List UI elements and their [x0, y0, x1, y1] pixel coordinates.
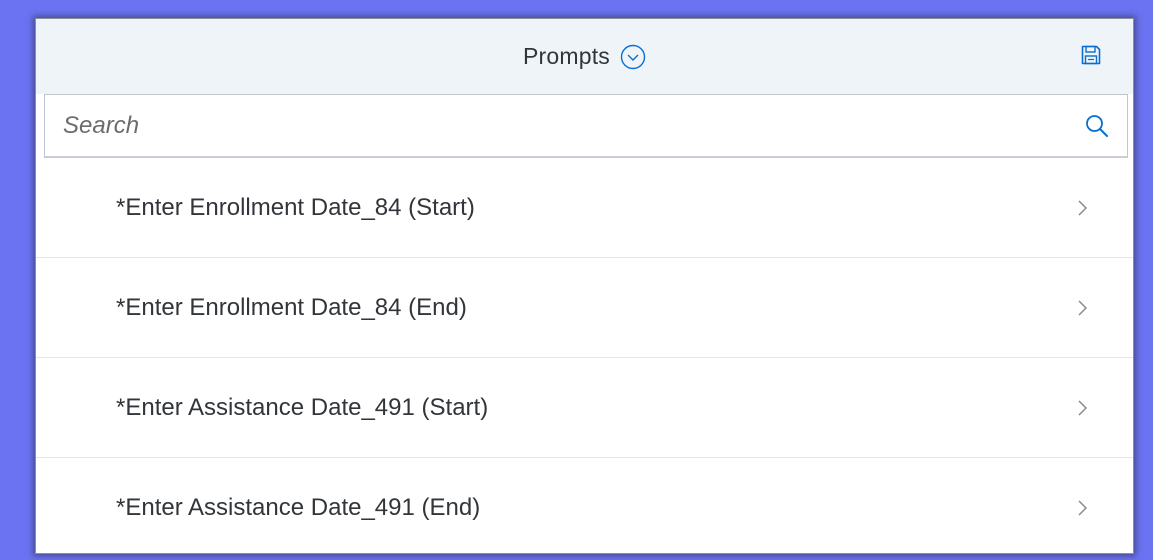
dialog-header: Prompts — [36, 19, 1133, 94]
chevron-right-icon — [1073, 296, 1093, 320]
search-icon[interactable] — [1067, 95, 1127, 156]
chevron-down-circle-icon[interactable] — [620, 44, 646, 70]
chevron-right-icon — [1073, 496, 1093, 520]
chevron-right-icon — [1073, 196, 1093, 220]
prompt-list: *Enter Enrollment Date_84 (Start) *Enter… — [36, 158, 1133, 553]
search-bar — [44, 94, 1128, 158]
save-button[interactable] — [1077, 43, 1105, 71]
prompt-item-enrollment-start[interactable]: *Enter Enrollment Date_84 (Start) — [36, 158, 1133, 258]
prompts-title-toggle[interactable]: Prompts — [523, 43, 646, 70]
prompt-item-enrollment-end[interactable]: *Enter Enrollment Date_84 (End) — [36, 258, 1133, 358]
chevron-right-icon — [1073, 396, 1093, 420]
search-input[interactable] — [45, 95, 1067, 156]
prompt-item-assistance-end[interactable]: *Enter Assistance Date_491 (End) — [36, 458, 1133, 553]
prompt-label: *Enter Assistance Date_491 (End) — [116, 494, 481, 521]
prompts-dialog: Prompts Search *Enter Enrollment Date_84… — [35, 18, 1134, 554]
page-title: Prompts — [522, 43, 611, 69]
prompt-item-assistance-start[interactable]: *Enter Assistance Date_491 (Start) — [36, 358, 1133, 458]
prompt-label: *Enter Enrollment Date_84 (Start) — [116, 193, 475, 221]
screen-background: Prompts Search *Enter Enrollment Date_84… — [0, 0, 1153, 560]
prompt-label: *Enter Enrollment Date_84 (End) — [116, 293, 467, 321]
save-icon — [1080, 44, 1102, 71]
prompt-label: *Enter Assistance Date_491 (Start) — [116, 393, 489, 421]
